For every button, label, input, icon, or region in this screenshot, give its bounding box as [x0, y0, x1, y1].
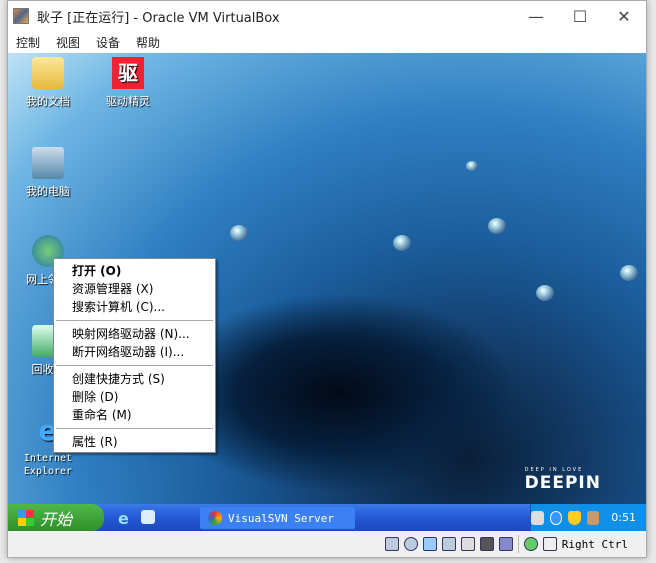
shared-folder-icon[interactable] — [460, 537, 475, 551]
deepin-logo: DEEP IN LOVE DEEPIN — [525, 467, 601, 493]
menu-item-open[interactable]: 打开 (O) — [54, 262, 215, 280]
window-title: 耿子 [正在运行] - Oracle VM VirtualBox — [37, 10, 280, 26]
context-menu: 打开 (O) 资源管理器 (X) 搜索计算机 (C)... 映射网络驱动器 (N… — [53, 258, 216, 453]
usb-icon[interactable] — [422, 537, 437, 551]
keyboard-icon[interactable] — [531, 510, 544, 525]
optical-drive-icon[interactable] — [403, 537, 418, 551]
shield-icon[interactable] — [568, 510, 581, 525]
network-icon[interactable] — [441, 537, 456, 551]
menu-item-map-drive[interactable]: 映射网络驱动器 (N)... — [54, 325, 215, 343]
water-drop — [620, 265, 638, 281]
minimize-button[interactable]: — — [514, 1, 558, 31]
icon-label: 我的文档 — [26, 95, 70, 108]
icon-label: 我的电脑 — [26, 185, 70, 198]
folder-icon — [32, 57, 64, 89]
water-drop — [393, 235, 411, 251]
desktop-icon-my-documents[interactable]: 我的文档 — [8, 57, 88, 109]
menu-control[interactable]: 控制 — [16, 34, 40, 51]
virtualbox-tray-icon[interactable] — [586, 510, 600, 525]
start-button[interactable]: 开始 — [8, 504, 104, 531]
menu-item-search[interactable]: 搜索计算机 (C)... — [54, 298, 215, 316]
close-button[interactable]: ✕ — [602, 1, 646, 31]
deepin-brand: DEEPIN — [524, 473, 601, 493]
menu-item-rename[interactable]: 重命名 (M) — [54, 406, 215, 424]
host-key-label: Right Ctrl — [561, 537, 628, 551]
taskbar: 开始 e VisualSVN Server 0:51 — [8, 504, 646, 531]
start-label: 开始 — [40, 509, 73, 529]
water-drop — [536, 285, 554, 301]
cpu-icon[interactable] — [498, 537, 513, 551]
icon-label: 驱动精灵 — [106, 95, 150, 108]
host-key-icon — [542, 537, 557, 551]
menu-item-explore[interactable]: 资源管理器 (X) — [54, 280, 215, 298]
water-drop — [488, 218, 506, 234]
desktop-icon-my-computer[interactable]: 我的电脑 — [8, 147, 88, 199]
menu-item-properties[interactable]: 属性 (R) — [54, 433, 215, 451]
water-drop — [466, 161, 478, 171]
menu-item-create-shortcut[interactable]: 创建快捷方式 (S) — [54, 370, 215, 388]
menu-view[interactable]: 视图 — [56, 34, 80, 51]
virtualbox-window: 耿子 [正在运行] - Oracle VM VirtualBox — ☐ ✕ 控… — [7, 0, 647, 558]
video-capture-icon[interactable] — [479, 537, 494, 551]
menu-bar: 控制 视图 设备 帮助 — [8, 31, 160, 53]
chevron-left-icon[interactable] — [549, 510, 563, 525]
maximize-button[interactable]: ☐ — [558, 1, 602, 31]
driver-genius-icon: 驱 — [112, 57, 144, 89]
title-bar: 耿子 [正在运行] - Oracle VM VirtualBox — ☐ ✕ — [8, 1, 646, 31]
task-label: VisualSVN Server — [228, 511, 334, 525]
menu-separator — [56, 320, 213, 321]
menu-devices[interactable]: 设备 — [96, 34, 120, 51]
computer-icon — [32, 147, 64, 179]
status-bar: Right Ctrl — [8, 531, 646, 557]
virtualbox-icon — [13, 8, 29, 24]
menu-item-disconnect-drive[interactable]: 断开网络驱动器 (I)... — [54, 343, 215, 361]
system-tray: 0:51 — [530, 504, 646, 531]
hard-disk-icon[interactable] — [384, 537, 399, 551]
taskbar-item-visualsvn[interactable]: VisualSVN Server — [200, 507, 355, 529]
clock: 0:51 — [611, 511, 636, 524]
desktop-icon-driver-genius[interactable]: 驱驱动精灵 — [88, 57, 168, 109]
menu-help[interactable]: 帮助 — [136, 34, 160, 51]
status-divider — [517, 535, 519, 553]
vm-screen[interactable]: 我的文档 驱驱动精灵 我的电脑 网上邻居 回收站 e Internet Explo… — [8, 53, 646, 531]
visualsvn-icon — [208, 511, 222, 525]
show-desktop-icon[interactable] — [141, 510, 155, 524]
menu-separator — [56, 365, 213, 366]
water-drop — [230, 225, 248, 241]
windows-flag-icon — [18, 509, 34, 526]
menu-item-delete[interactable]: 删除 (D) — [54, 388, 215, 406]
ie-quicklaunch-icon[interactable]: e — [118, 509, 129, 528]
mouse-integration-icon[interactable] — [523, 537, 538, 551]
menu-separator — [56, 428, 213, 429]
icon-label: Internet Explorer — [23, 453, 73, 477]
